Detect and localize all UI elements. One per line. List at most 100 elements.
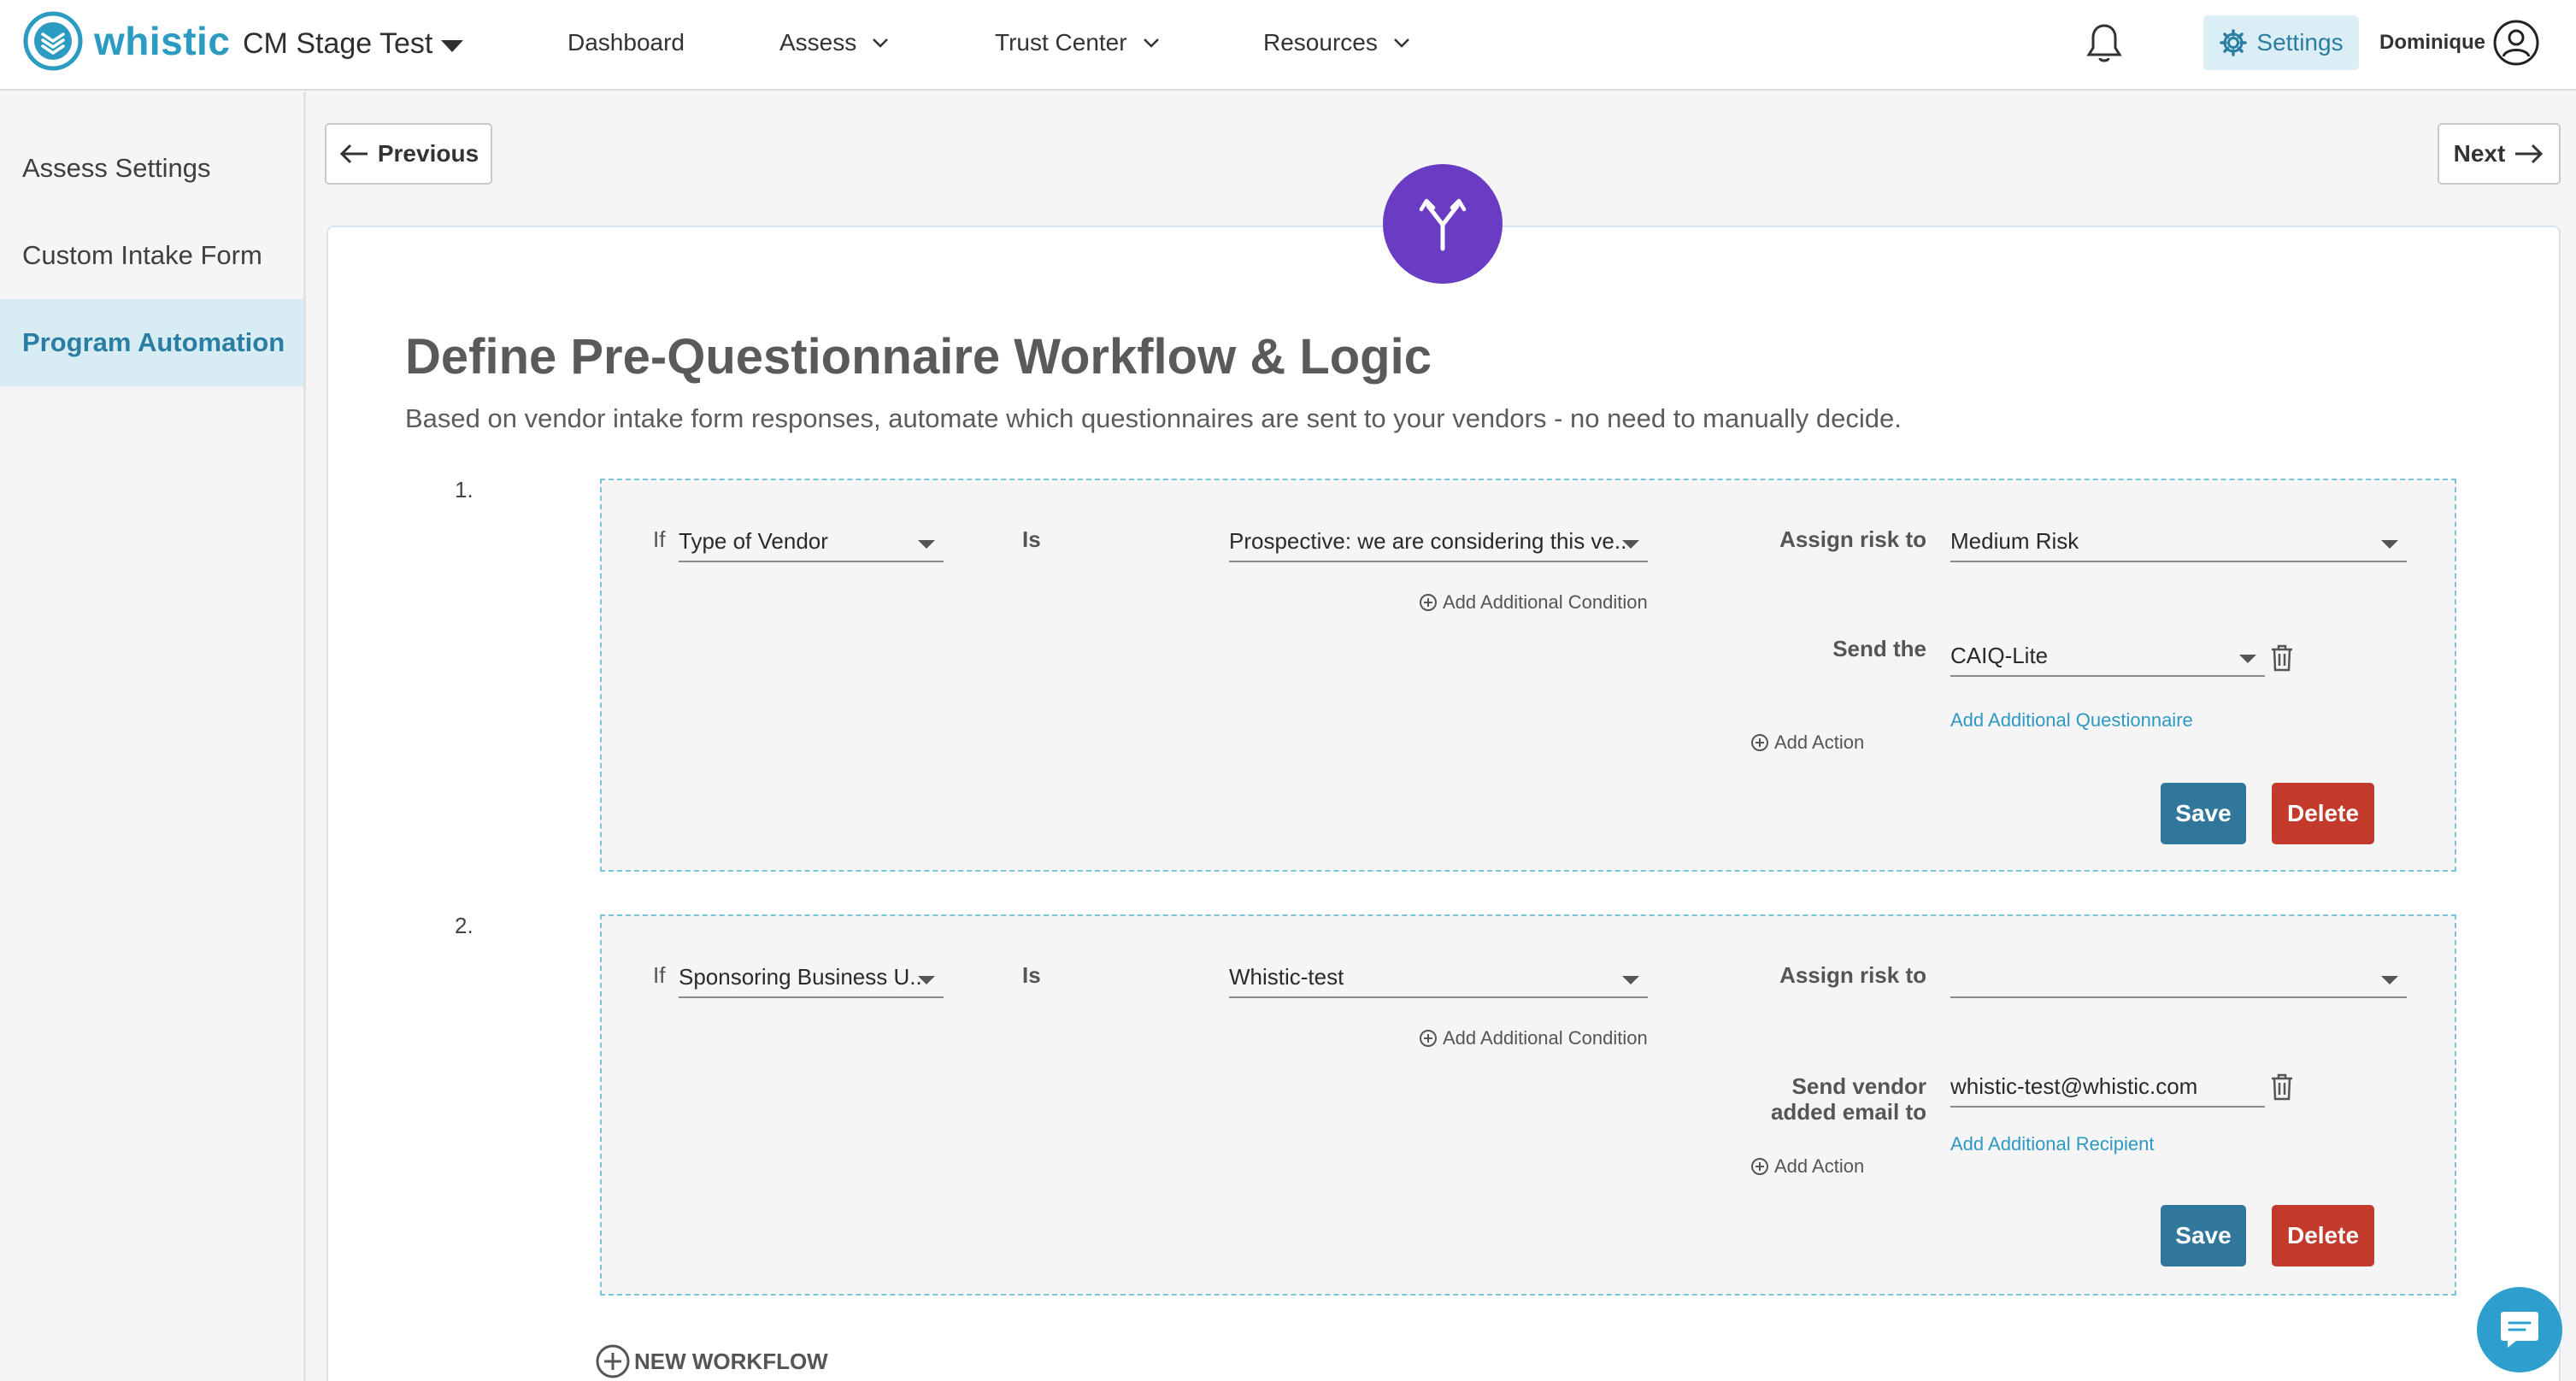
- arrow-right-icon: [2515, 144, 2544, 164]
- condition-field-value: Type of Vendor: [679, 528, 828, 554]
- save-label: Save: [2175, 1222, 2232, 1249]
- nav-assess-label: Assess: [779, 29, 857, 56]
- questionnaire-select[interactable]: CAIQ-Lite: [1950, 638, 2265, 677]
- condition-field-select[interactable]: Sponsoring Business U...: [679, 959, 944, 998]
- previous-button[interactable]: Previous: [325, 123, 492, 185]
- send-email-label-line1: Send vendor: [1791, 1073, 1926, 1099]
- recipient-email-field[interactable]: whistic-test@whistic.com: [1950, 1068, 2265, 1108]
- new-workflow-label: NEW WORKFLOW: [634, 1348, 828, 1374]
- dropdown-arrow-icon: [2239, 655, 2256, 663]
- add-condition-button[interactable]: Add Additional Condition: [1419, 1027, 1648, 1049]
- plus-circle-icon: [1420, 1030, 1437, 1047]
- sidebar-item-assess-settings[interactable]: Assess Settings: [0, 125, 303, 212]
- delete-label: Delete: [2286, 1222, 2360, 1249]
- dropdown-arrow-icon: [2381, 976, 2398, 984]
- new-workflow-button[interactable]: NEW WORKFLOW: [595, 1343, 828, 1379]
- page-subtitle: Based on vendor intake form responses, a…: [405, 403, 1902, 433]
- caret-down-icon: [441, 39, 464, 52]
- plus-circle-icon: [1420, 594, 1437, 611]
- plus-circle-icon: [1751, 1158, 1768, 1175]
- send-email-label-line2: added email to: [1770, 1099, 1926, 1125]
- arrow-left-icon: [339, 144, 368, 164]
- nav-dashboard[interactable]: Dashboard: [568, 29, 685, 56]
- next-button[interactable]: Next: [2438, 123, 2561, 185]
- condition-field-select[interactable]: Type of Vendor: [679, 523, 944, 562]
- send-the-label: Send the: [1832, 636, 1926, 661]
- notification-bell-icon[interactable]: [2085, 22, 2123, 65]
- add-questionnaire-link[interactable]: Add Additional Questionnaire: [1950, 709, 2193, 732]
- is-label: Is: [1022, 962, 1041, 988]
- condition-value-select[interactable]: Prospective: we are considering this ve.…: [1229, 523, 1648, 562]
- assign-risk-label: Assign risk to: [1779, 962, 1926, 988]
- previous-label: Previous: [377, 140, 479, 167]
- is-label: Is: [1022, 526, 1041, 552]
- plus-circle-icon: [596, 1344, 630, 1378]
- delete-button[interactable]: Delete: [2272, 1205, 2374, 1266]
- condition-field-value: Sponsoring Business U...: [679, 964, 921, 990]
- nav-dashboard-label: Dashboard: [568, 29, 685, 56]
- workflow-number: 2.: [455, 913, 473, 938]
- save-label: Save: [2175, 800, 2232, 826]
- nav-assess[interactable]: Assess: [779, 29, 889, 56]
- gear-icon: [2220, 29, 2248, 56]
- dropdown-arrow-icon: [1622, 976, 1639, 984]
- condition-value: Prospective: we are considering this ve.…: [1229, 528, 1626, 554]
- workflow-badge: [1383, 164, 1503, 284]
- user-name: Dominique: [2379, 31, 2485, 54]
- delete-label: Delete: [2286, 800, 2360, 826]
- user-avatar-icon[interactable]: [2492, 19, 2540, 67]
- top-nav-bar: whistic CM Stage Test Dashboard Assess T…: [0, 0, 2576, 91]
- save-button[interactable]: Save: [2161, 783, 2246, 844]
- chat-support-button[interactable]: [2477, 1287, 2562, 1372]
- save-button[interactable]: Save: [2161, 1205, 2246, 1266]
- chevron-down-icon: [1393, 38, 1409, 48]
- settings-sidebar: Assess Settings Custom Intake Form Progr…: [0, 92, 306, 1381]
- chevron-down-icon: [873, 38, 889, 48]
- trash-icon[interactable]: [2270, 1073, 2294, 1101]
- workflow-card-1: If Type of Vendor Is Prospective: we are…: [600, 479, 2456, 872]
- settings-button[interactable]: Settings: [2203, 15, 2359, 70]
- next-label: Next: [2453, 140, 2506, 167]
- nav-trust-center[interactable]: Trust Center: [995, 29, 1160, 56]
- add-action-button[interactable]: Add Action: [1750, 1155, 1864, 1178]
- org-name: CM Stage Test: [243, 27, 433, 60]
- settings-label: Settings: [2256, 29, 2344, 56]
- add-action-label: Add Action: [1774, 1155, 1865, 1177]
- brand-logo[interactable]: whistic: [22, 10, 230, 72]
- sidebar-item-program-automation[interactable]: Program Automation: [0, 299, 303, 386]
- sidebar-item-label: Program Automation: [22, 327, 285, 357]
- risk-level-value: Medium Risk: [1950, 528, 2079, 554]
- delete-button[interactable]: Delete: [2272, 783, 2374, 844]
- sidebar-item-custom-intake-form[interactable]: Custom Intake Form: [0, 212, 303, 299]
- risk-level-select[interactable]: Medium Risk: [1950, 523, 2407, 562]
- nav-resources[interactable]: Resources: [1263, 29, 1410, 56]
- dropdown-arrow-icon: [1622, 540, 1639, 549]
- questionnaire-value: CAIQ-Lite: [1950, 643, 2049, 668]
- add-condition-label: Add Additional Condition: [1443, 1027, 1648, 1049]
- dropdown-arrow-icon: [918, 540, 935, 549]
- risk-level-select[interactable]: [1950, 959, 2407, 998]
- add-action-button[interactable]: Add Action: [1750, 732, 1864, 754]
- add-recipient-link[interactable]: Add Additional Recipient: [1950, 1133, 2155, 1155]
- workflow-number: 1.: [455, 477, 473, 502]
- assign-risk-label: Assign risk to: [1779, 526, 1926, 552]
- workflow-card-2: If Sponsoring Business U... Is Whistic-t…: [600, 914, 2456, 1296]
- dropdown-arrow-icon: [2381, 540, 2398, 549]
- condition-value-select[interactable]: Whistic-test: [1229, 959, 1648, 998]
- org-switcher[interactable]: CM Stage Test: [243, 27, 464, 61]
- if-label: If: [653, 962, 666, 988]
- condition-value: Whistic-test: [1229, 964, 1344, 990]
- chat-icon: [2501, 1312, 2538, 1348]
- nav-trust-center-label: Trust Center: [995, 29, 1127, 56]
- sidebar-item-label: Custom Intake Form: [22, 240, 262, 270]
- dropdown-arrow-icon: [918, 976, 935, 984]
- page-title: Define Pre-Questionnaire Workflow & Logi…: [405, 329, 1432, 385]
- add-condition-button[interactable]: Add Additional Condition: [1419, 591, 1648, 614]
- recipient-email-value: whistic-test@whistic.com: [1950, 1073, 2198, 1099]
- add-condition-label: Add Additional Condition: [1443, 591, 1648, 613]
- sidebar-item-label: Assess Settings: [22, 153, 211, 183]
- whistic-logo-icon: [23, 11, 83, 71]
- plus-circle-icon: [1751, 734, 1768, 751]
- trash-icon[interactable]: [2270, 644, 2294, 672]
- chevron-down-icon: [1143, 38, 1159, 48]
